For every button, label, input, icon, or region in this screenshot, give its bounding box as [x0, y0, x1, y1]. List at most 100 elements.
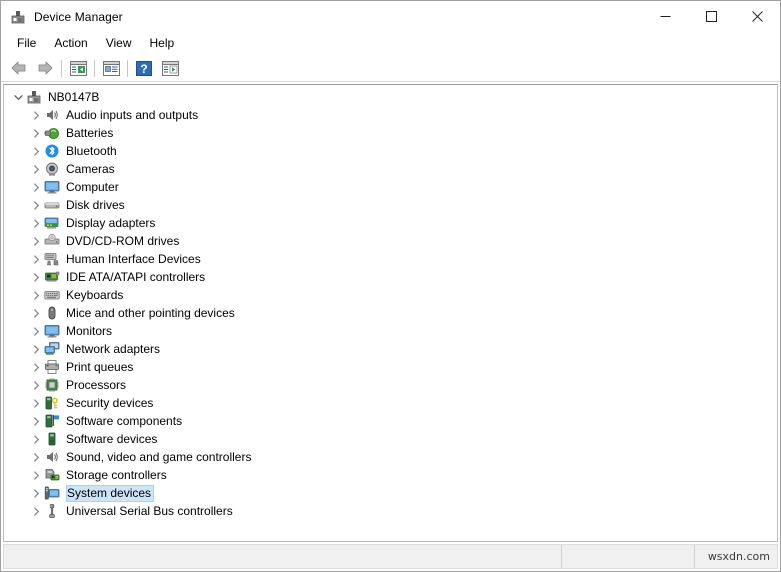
tree-item-label: System devices: [66, 484, 155, 502]
device-tree[interactable]: NB0147B Audio inputs and outputs Batterie…: [3, 84, 778, 542]
monitor-icon: [44, 179, 60, 195]
titlebar: Device Manager: [1, 1, 780, 32]
tree-item[interactable]: Network adapters: [4, 340, 777, 358]
tree-item-label: Bluetooth: [66, 143, 117, 158]
network-adapter-icon: [44, 341, 60, 357]
tree-item[interactable]: Software components: [4, 412, 777, 430]
tree-item[interactable]: Audio inputs and outputs: [4, 106, 777, 124]
chevron-right-icon[interactable]: [28, 395, 44, 411]
toolbar-separator: [94, 59, 95, 77]
close-button[interactable]: [734, 1, 780, 32]
tree-item[interactable]: Universal Serial Bus controllers: [4, 502, 777, 520]
caption-buttons: [642, 1, 780, 32]
chevron-right-icon[interactable]: [28, 125, 44, 141]
tree-item-label: Security devices: [66, 395, 154, 410]
chevron-right-icon[interactable]: [28, 107, 44, 123]
tree-item[interactable]: System devices: [4, 484, 777, 502]
tree-item-label: Cameras: [66, 161, 115, 176]
tree-item[interactable]: Human Interface Devices: [4, 250, 777, 268]
tree-item[interactable]: Disk drives: [4, 196, 777, 214]
tree-item[interactable]: Display adapters: [4, 214, 777, 232]
tree-root-node[interactable]: NB0147B: [4, 88, 777, 106]
show-hide-console-tree-icon[interactable]: [65, 57, 91, 79]
chevron-right-icon[interactable]: [28, 503, 44, 519]
tree-item-label: Mice and other pointing devices: [66, 305, 235, 320]
svg-text:?: ?: [140, 62, 147, 76]
tree-item[interactable]: Mice and other pointing devices: [4, 304, 777, 322]
tree-item[interactable]: Computer: [4, 178, 777, 196]
tree-item-label: Universal Serial Bus controllers: [66, 503, 233, 518]
battery-icon: [44, 125, 60, 141]
display-adapter-icon: [44, 215, 60, 231]
tree-item[interactable]: Storage controllers: [4, 466, 777, 484]
tree-item-label: Sound, video and game controllers: [66, 449, 252, 464]
tree-item-label: Processors: [66, 377, 127, 392]
chevron-right-icon[interactable]: [28, 377, 44, 393]
tree-item[interactable]: Cameras: [4, 160, 777, 178]
chevron-right-icon[interactable]: [28, 197, 44, 213]
help-icon[interactable]: ?: [131, 57, 157, 79]
disk-drive-icon: [44, 197, 60, 213]
tree-item[interactable]: Software devices: [4, 430, 777, 448]
tree-item[interactable]: IDE ATA/ATAPI controllers: [4, 268, 777, 286]
content-area: NB0147B Audio inputs and outputs Batterie…: [1, 82, 780, 542]
chevron-right-icon[interactable]: [28, 467, 44, 483]
chevron-right-icon[interactable]: [28, 323, 44, 339]
menu-view[interactable]: View: [97, 33, 141, 54]
menu-help[interactable]: Help: [141, 33, 184, 54]
tree-item-label: Software components: [66, 413, 183, 428]
chevron-right-icon[interactable]: [28, 485, 44, 501]
chevron-right-icon[interactable]: [28, 359, 44, 375]
back-arrow-icon[interactable]: [6, 57, 32, 79]
tree-item-label: Keyboards: [66, 287, 124, 302]
tree-item-label: Print queues: [66, 359, 134, 374]
chevron-right-icon[interactable]: [28, 449, 44, 465]
tree-item-label: Network adapters: [66, 341, 161, 356]
software-device-icon: [44, 431, 60, 447]
security-device-icon: [44, 395, 60, 411]
bluetooth-icon: [44, 143, 60, 159]
chevron-right-icon[interactable]: [28, 431, 44, 447]
tree-item[interactable]: Bluetooth: [4, 142, 777, 160]
tree-item[interactable]: Processors: [4, 376, 777, 394]
software-component-icon: [44, 413, 60, 429]
hid-icon: [44, 251, 60, 267]
chevron-right-icon[interactable]: [28, 215, 44, 231]
chevron-right-icon[interactable]: [28, 179, 44, 195]
scan-for-hardware-changes-icon[interactable]: [157, 57, 183, 79]
tree-children: Audio inputs and outputs Batteries Bluetoo…: [4, 106, 777, 520]
device-manager-icon: [10, 9, 26, 25]
chevron-down-icon[interactable]: [10, 89, 26, 105]
tree-item[interactable]: DVD/CD-ROM drives: [4, 232, 777, 250]
chevron-right-icon[interactable]: [28, 305, 44, 321]
tree-item[interactable]: Monitors: [4, 322, 777, 340]
system-device-icon: [44, 485, 60, 501]
chevron-right-icon[interactable]: [28, 251, 44, 267]
menu-action[interactable]: Action: [45, 33, 96, 54]
tree-item[interactable]: Keyboards: [4, 286, 777, 304]
keyboard-icon: [44, 287, 60, 303]
chevron-right-icon[interactable]: [28, 287, 44, 303]
statusbar: wsxdn.com: [3, 544, 778, 569]
menu-file[interactable]: File: [8, 33, 45, 54]
chevron-right-icon[interactable]: [28, 161, 44, 177]
tree-item[interactable]: Batteries: [4, 124, 777, 142]
chevron-right-icon[interactable]: [28, 143, 44, 159]
chevron-right-icon[interactable]: [28, 269, 44, 285]
chevron-right-icon[interactable]: [28, 341, 44, 357]
chevron-right-icon[interactable]: [28, 233, 44, 249]
forward-arrow-icon[interactable]: [32, 57, 58, 79]
maximize-button[interactable]: [688, 1, 734, 32]
chevron-right-icon[interactable]: [28, 413, 44, 429]
minimize-button[interactable]: [642, 1, 688, 32]
tree-item[interactable]: Security devices: [4, 394, 777, 412]
watermark-label: wsxdn.com: [707, 550, 770, 563]
tree-item[interactable]: Sound, video and game controllers: [4, 448, 777, 466]
properties-icon[interactable]: [98, 57, 124, 79]
tree-item-label: Software devices: [66, 431, 158, 446]
tree-item[interactable]: Print queues: [4, 358, 777, 376]
menubar: File Action View Help: [1, 32, 780, 55]
tree-item-label: DVD/CD-ROM drives: [66, 233, 180, 248]
monitor-icon: [44, 323, 60, 339]
printer-icon: [44, 359, 60, 375]
